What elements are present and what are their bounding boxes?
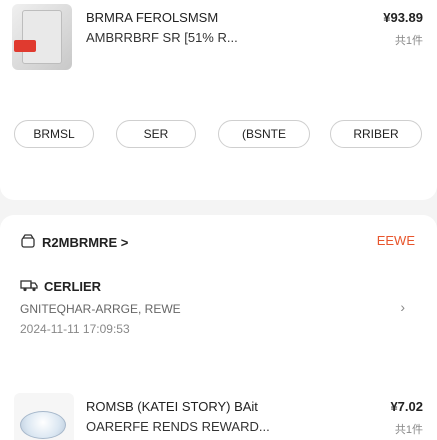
action-button-1[interactable]: BRMSL <box>14 120 94 148</box>
shop-row[interactable]: R2MBRMRE > <box>20 233 128 252</box>
delivery-icon <box>20 277 38 296</box>
product-price: ¥7.02 <box>390 399 423 414</box>
product-qty: 共1件 <box>394 424 423 436</box>
dish-illustration <box>20 411 66 439</box>
order-card: BRMRA FEROLSMSM AMBRRBRF SR [51% R... ¥9… <box>0 0 437 200</box>
product-price: ¥93.89 <box>383 10 423 25</box>
price-tag-graphic <box>14 40 36 52</box>
action-button-3[interactable]: (BSNTE <box>218 120 310 148</box>
product-image[interactable] <box>12 4 72 70</box>
logistics-card[interactable]: CERLIER GNITEQHAR-ARRGE, REWE 2024-11-11… <box>20 277 417 347</box>
product-title-line1[interactable]: ROMSB (KATEI STORY) BAit <box>86 399 306 414</box>
order-detail-card: R2MBRMRE > EEWE CERLIER GNITEQHAR-ARRGE,… <box>0 215 437 440</box>
order-status: EEWE <box>376 233 415 248</box>
product-image[interactable] <box>14 393 74 440</box>
product-qty: 共1件 <box>394 35 423 47</box>
chevron-right-icon: › <box>400 299 405 315</box>
package-illustration <box>22 10 62 64</box>
logistics-time: 2024-11-11 17:09:53 <box>20 322 130 336</box>
action-button-2[interactable]: SER <box>116 120 196 148</box>
action-button-4[interactable]: RRIBER <box>330 120 422 148</box>
logistics-desc: GNITEQHAR-ARRGE, REWE <box>20 302 181 316</box>
logistics-title: CERLIER <box>44 279 102 294</box>
shop-name: R2MBRMRE > <box>42 235 129 250</box>
product-title-line2[interactable]: OARERFE RENDS REWARD... <box>86 419 306 434</box>
product-title-line1[interactable]: BRMRA FEROLSMSM <box>86 10 316 25</box>
action-buttons: BRMSL SER (BSNTE RRIBER <box>0 120 437 148</box>
shop-icon <box>20 233 36 252</box>
product-title-line2[interactable]: AMBRRBRF SR [51% R... <box>86 30 316 45</box>
